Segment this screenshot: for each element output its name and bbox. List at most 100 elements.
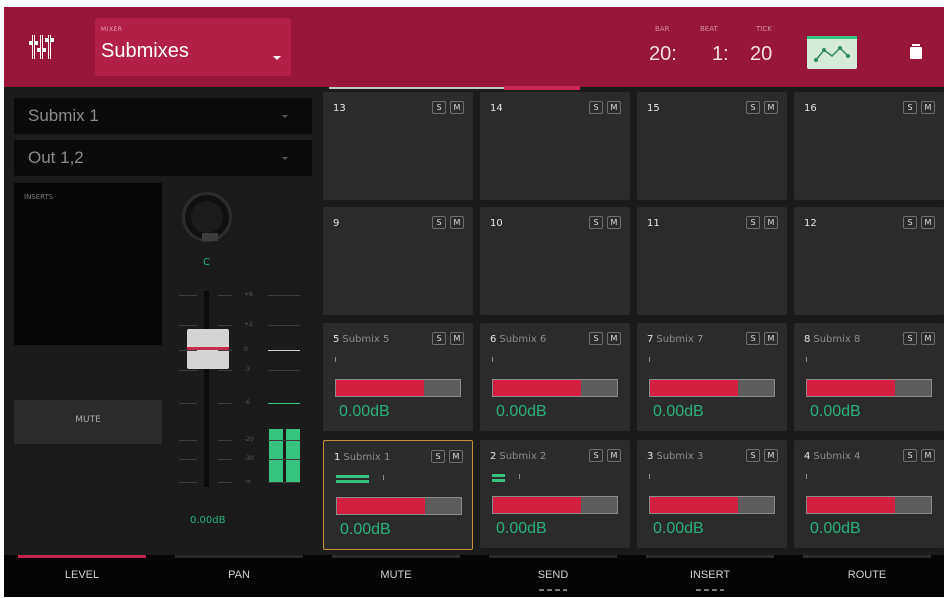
mixer-icon[interactable] [28,33,56,61]
solo-button[interactable]: S [589,332,603,345]
tab-route[interactable]: ROUTE [789,555,944,597]
inserts-panel[interactable]: INSERTS [14,183,162,345]
tick-value[interactable]: 20 [750,43,772,66]
scale-tick [179,403,197,404]
tab-label: ROUTE [847,569,887,581]
mute-button[interactable]: M [764,332,778,345]
gain-value: 0.00dB [496,403,547,420]
meter-scale-tick [268,482,300,483]
peak-marker [806,357,807,362]
mute-button[interactable]: M [607,332,621,345]
mode-selector[interactable]: MIXER Submixes [95,18,291,76]
pad-number: 7 Submix 7 [647,334,704,345]
menu-icon[interactable] [910,44,922,59]
bar-value[interactable]: 20: [649,43,677,66]
pad-5[interactable]: 5 Submix 5 S M 0.00dB [323,323,473,431]
mute-button[interactable]: M [921,216,935,229]
tab-indicator [175,555,303,558]
mute-button[interactable]: M [607,449,621,462]
mute-button[interactable]: MUTE [14,400,162,444]
gain-slider[interactable] [335,379,461,397]
beat-caption: BEAT [700,25,718,33]
solo-button[interactable]: S [432,101,446,114]
solo-button[interactable]: S [746,101,760,114]
level-fader-handle[interactable] [187,329,229,369]
solo-button[interactable]: S [589,449,603,462]
track-select[interactable]: Submix 1 [14,98,312,134]
scale-tick [218,440,232,441]
solo-button[interactable]: S [746,332,760,345]
progress-track [329,87,504,89]
gain-slider[interactable] [806,379,932,397]
mute-label: MUTE [75,415,101,425]
pad-3[interactable]: 3 Submix 3 S M 0.00dB [637,440,787,548]
tab-label: INSERT [689,569,731,581]
solo-button[interactable]: S [746,449,760,462]
gain-slider[interactable] [492,379,618,397]
peak-marker [335,357,336,362]
solo-button[interactable]: S [746,216,760,229]
mute-button[interactable]: M [449,450,463,463]
solo-button[interactable]: S [589,101,603,114]
pad-9[interactable]: 9 SM [323,207,473,315]
tab-mute[interactable]: MUTE [318,555,474,597]
tab-indicator [332,555,460,558]
tab-pan[interactable]: PAN [161,555,317,597]
solo-button[interactable]: S [903,449,917,462]
pad-8[interactable]: 8 Submix 8 S M 0.00dB [794,323,944,431]
fader-track[interactable] [204,291,209,487]
mute-button[interactable]: M [921,101,935,114]
pad-6[interactable]: 6 Submix 6 S M 0.00dB [480,323,630,431]
gain-slider[interactable] [649,379,775,397]
mute-button[interactable]: M [607,216,621,229]
pad-14[interactable]: 14 S M [480,92,630,200]
pad-15[interactable]: 15 S M [637,92,787,200]
pad-11[interactable]: 11 S M [637,207,787,315]
solo-button[interactable]: S [589,216,603,229]
pad-12[interactable]: 12 S M [794,207,944,315]
tab-more-indicator [539,589,567,591]
pad-16[interactable]: 16 S M [794,92,944,200]
beat-value[interactable]: 1: [712,43,729,66]
mute-button[interactable]: M [450,216,464,229]
pad-name: Submix 3 [656,451,704,462]
pad-2[interactable]: 2 Submix 2 S M 0.00dB [480,440,630,548]
solo-button[interactable]: S [903,101,917,114]
mute-button[interactable]: M [764,101,778,114]
peak-marker [649,474,650,479]
automation-button[interactable] [807,36,857,69]
scale-tick [179,350,197,351]
mute-button[interactable]: M [607,101,621,114]
scale-tick [218,325,232,326]
gain-slider[interactable] [806,496,932,514]
gain-value: 0.00dB [653,520,704,537]
mute-button[interactable]: M [764,216,778,229]
gain-slider[interactable] [336,497,462,515]
mute-button[interactable]: M [921,332,935,345]
pad-4[interactable]: 4 Submix 4 S M 0.00dB [794,440,944,548]
mute-button[interactable]: M [450,332,464,345]
mute-button[interactable]: M [921,449,935,462]
pad-number: 5 Submix 5 [333,334,390,345]
solo-button[interactable]: S [903,332,917,345]
tab-send[interactable]: SEND [475,555,631,597]
tab-insert[interactable]: INSERT [632,555,788,597]
gain-slider[interactable] [649,496,775,514]
output-select-value: Out 1,2 [28,148,84,167]
mute-button[interactable]: M [450,101,464,114]
pad-1[interactable]: 1 Submix 1 S M 0.00dB [323,440,473,550]
solo-button[interactable]: S [432,216,446,229]
inserts-label: INSERTS [24,193,54,201]
mute-button[interactable]: M [764,449,778,462]
solo-button[interactable]: S [432,332,446,345]
tab-level[interactable]: LEVEL [4,555,160,597]
pad-13[interactable]: 13 S M [323,92,473,200]
pad-7[interactable]: 7 Submix 7 S M 0.00dB [637,323,787,431]
pad-10[interactable]: 10 S M [480,207,630,315]
solo-button[interactable]: S [903,216,917,229]
pad-name: Submix 4 [813,451,861,462]
tick-caption: TICK [756,25,772,33]
gain-slider[interactable] [492,496,618,514]
output-select[interactable]: Out 1,2 [14,140,312,176]
solo-button[interactable]: S [431,450,445,463]
